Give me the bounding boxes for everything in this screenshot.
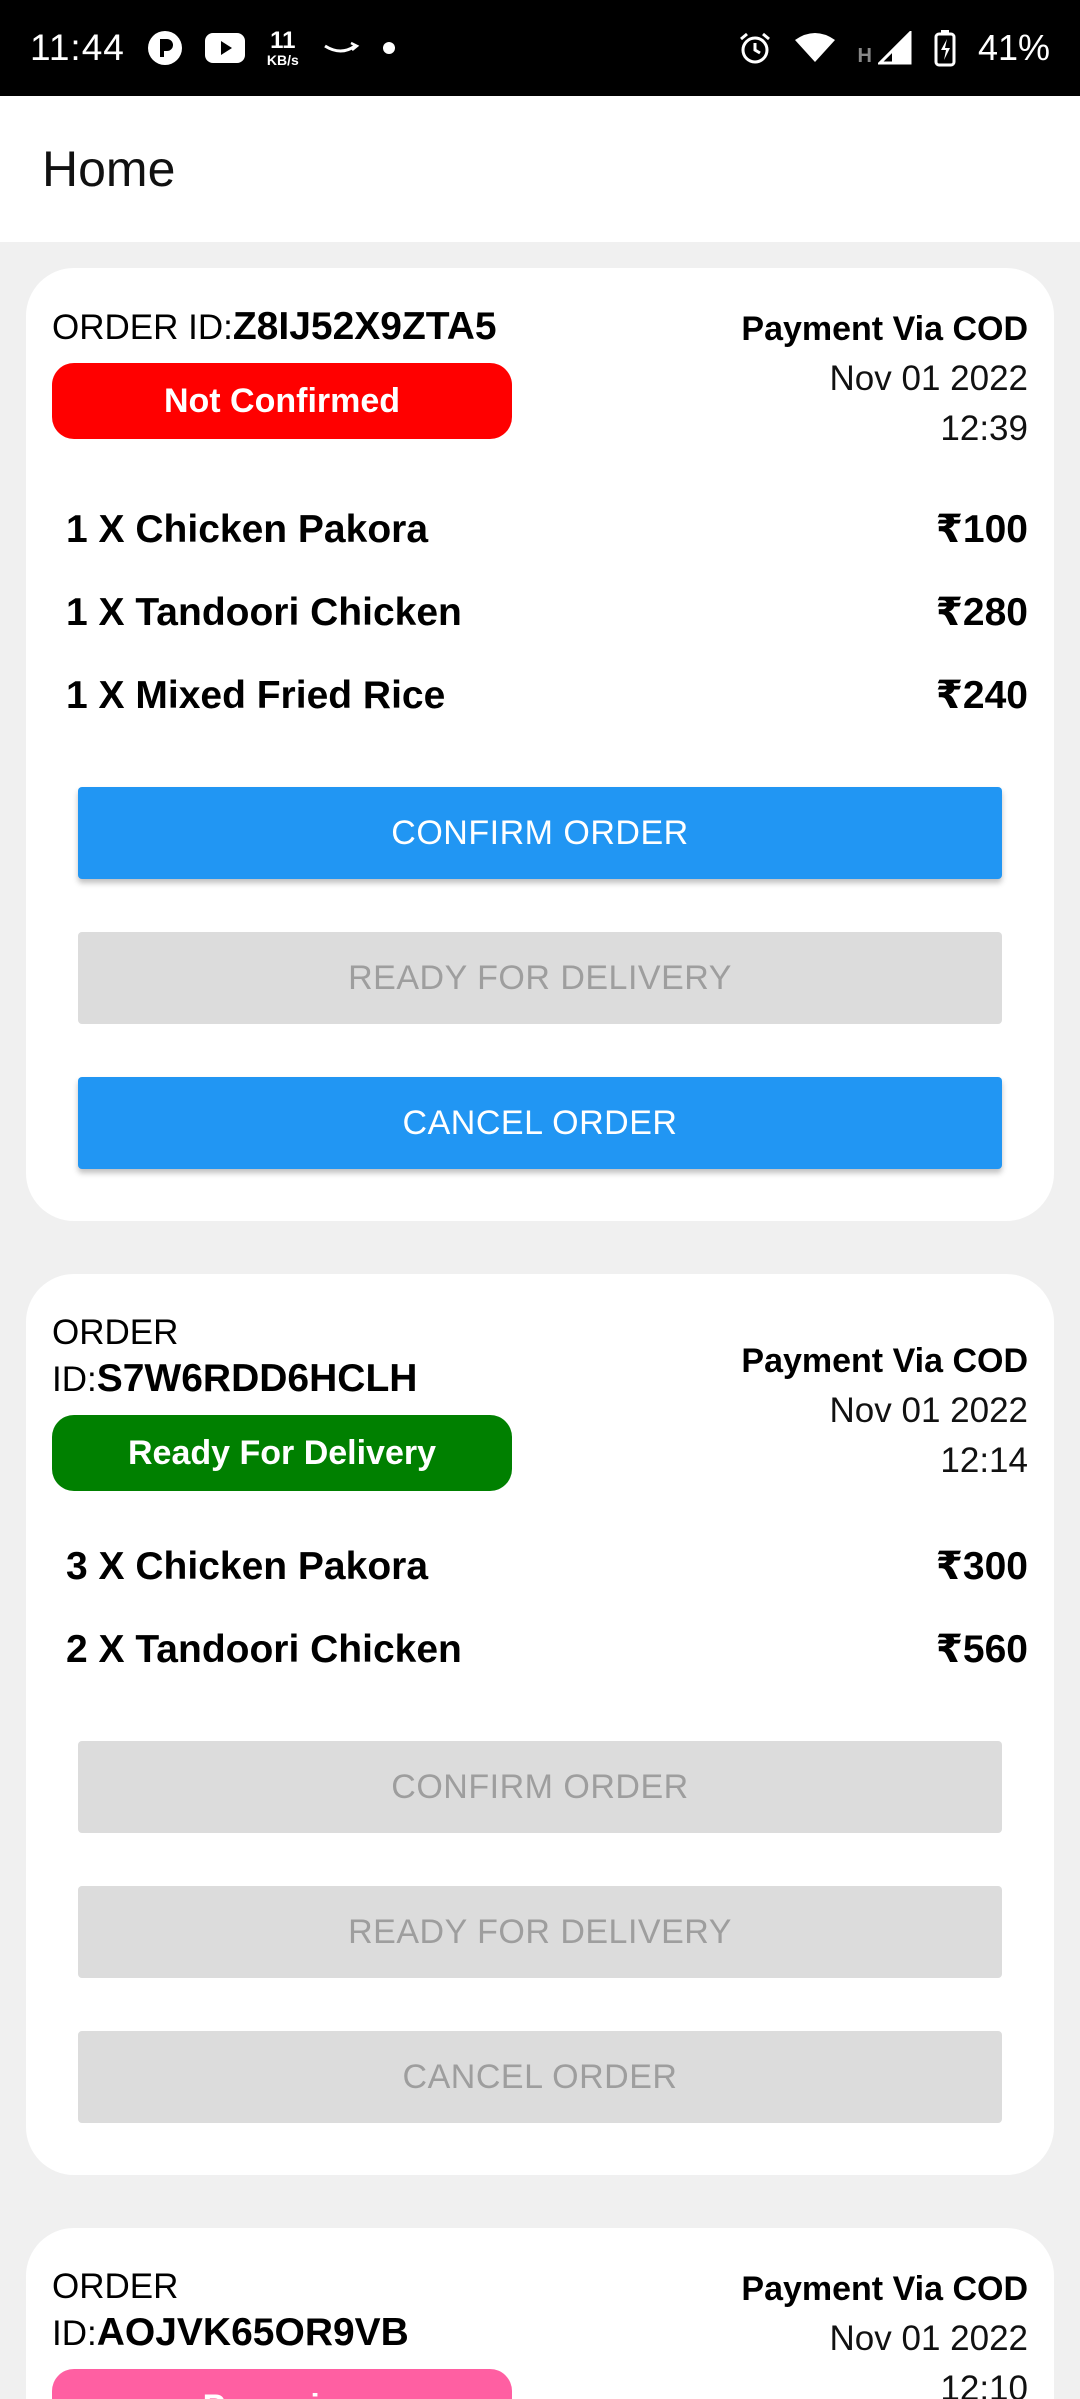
order-items: 1 X Chicken Pakora ₹100 1 X Tandoori Chi… (52, 488, 1028, 737)
cancel-order-button: CANCEL ORDER (78, 2031, 1002, 2123)
battery-charging-icon (934, 29, 956, 67)
order-id: ORDER ID:AOJVK65OR9VB (52, 2267, 409, 2354)
payment-method: Payment Via COD (741, 2270, 1028, 2308)
list-item: 3 X Chicken Pakora ₹300 (66, 1525, 1028, 1608)
item-name: 3 X Chicken Pakora (66, 1544, 429, 1588)
item-price: ₹560 (935, 1628, 1028, 1671)
payment-method: Payment Via COD (741, 1342, 1028, 1380)
item-price: ₹240 (935, 674, 1028, 717)
battery-percent: 41% (977, 27, 1050, 68)
list-item: 1 X Mixed Fried Rice ₹240 (66, 654, 1028, 737)
order-items: 3 X Chicken Pakora ₹300 2 X Tandoori Chi… (52, 1525, 1028, 1691)
list-item: 2 X Tandoori Chicken ₹560 (66, 1608, 1028, 1691)
wifi-icon (795, 32, 836, 64)
order-id: ORDER ID:Z8IJ52X9ZTA5 (52, 305, 497, 348)
order-id: ORDER ID:S7W6RDD6HCLH (52, 1313, 418, 1400)
cell-signal-icon (877, 31, 912, 65)
item-name: 2 X Tandoori Chicken (66, 1627, 462, 1671)
item-price: ₹100 (935, 508, 1028, 551)
order-date: Nov 01 2022 (829, 359, 1028, 398)
order-date: Nov 01 2022 (829, 2319, 1028, 2358)
status-badge: Preparing (52, 2369, 512, 2399)
network-type-label: H (857, 45, 872, 67)
youtube-icon (204, 33, 245, 63)
order-time: 12:10 (940, 2369, 1028, 2399)
alarm-icon (737, 30, 773, 66)
status-badge: Not Confirmed (52, 363, 512, 439)
status-bar: 11:44 11 KB/s H 41% (0, 0, 1080, 96)
confirm-order-button: CONFIRM ORDER (78, 1741, 1002, 1833)
ready-for-delivery-button: READY FOR DELIVERY (78, 1886, 1002, 1978)
more-notifications-dot (382, 42, 395, 54)
cancel-order-button[interactable]: CANCEL ORDER (78, 1077, 1002, 1169)
app-bar: Home (0, 96, 1080, 242)
payment-method: Payment Via COD (741, 310, 1028, 348)
item-name: 1 X Chicken Pakora (66, 507, 429, 551)
item-price: ₹300 (935, 1545, 1028, 1588)
order-card: ORDER ID:S7W6RDD6HCLH Ready For Delivery… (26, 1274, 1054, 2175)
order-time: 12:39 (940, 409, 1028, 448)
confirm-order-button[interactable]: CONFIRM ORDER (78, 787, 1002, 879)
order-card: ORDER ID:Z8IJ52X9ZTA5 Not Confirmed Paym… (26, 268, 1054, 1221)
item-price: ₹280 (935, 591, 1028, 634)
list-item: 1 X Tandoori Chicken ₹280 (66, 571, 1028, 654)
item-name: 1 X Mixed Fried Rice (66, 673, 446, 717)
list-item: 1 X Chicken Pakora ₹100 (66, 488, 1028, 571)
network-speed: 11 KB/s (266, 27, 299, 68)
order-time: 12:14 (940, 1441, 1028, 1480)
order-actions: CONFIRM ORDER READY FOR DELIVERY CANCEL … (52, 1741, 1028, 2123)
page-title: Home (42, 141, 176, 197)
order-actions: CONFIRM ORDER READY FOR DELIVERY CANCEL … (52, 787, 1028, 1169)
order-list: ORDER ID:Z8IJ52X9ZTA5 Not Confirmed Paym… (0, 242, 1080, 2399)
order-date: Nov 01 2022 (829, 1391, 1028, 1430)
amazon-icon (321, 38, 361, 58)
ready-for-delivery-button: READY FOR DELIVERY (78, 932, 1002, 1024)
status-badge: Ready For Delivery (52, 1415, 512, 1491)
status-time: 11:44 (30, 27, 125, 68)
app-notification-icon (147, 30, 183, 66)
item-name: 1 X Tandoori Chicken (66, 590, 462, 634)
order-card: ORDER ID:AOJVK65OR9VB Preparing Payment … (26, 2228, 1054, 2399)
